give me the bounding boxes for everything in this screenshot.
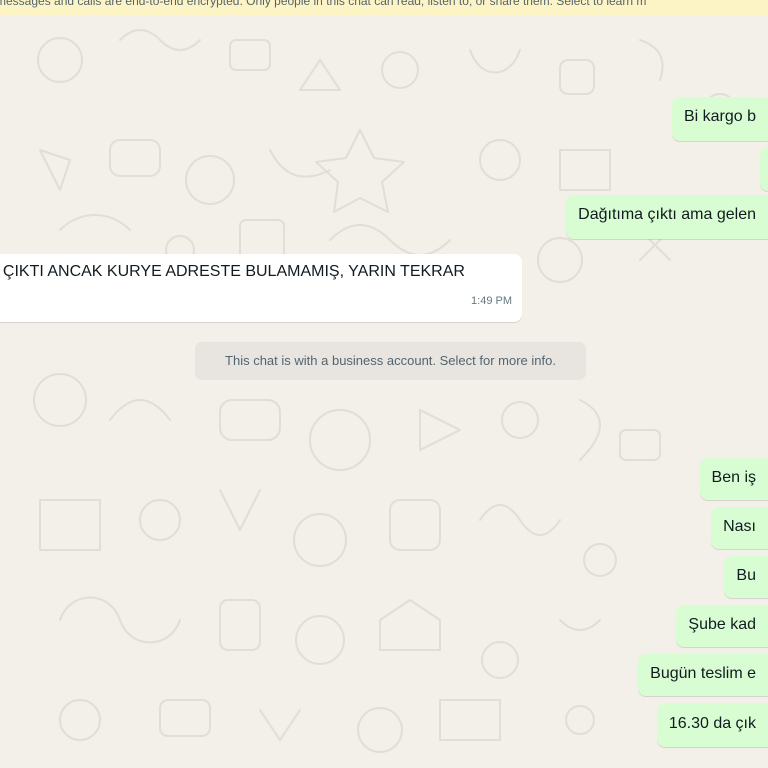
outgoing-message[interactable]: Bugün teslim e: [638, 654, 768, 696]
outgoing-message[interactable]: Dağıtıma çıktı ama gelen: [566, 195, 768, 239]
outgoing-message[interactable]: [760, 147, 768, 191]
message-text: . ÇIKTI ANCAK KURYE ADRESTE BULAMAMIŞ, Y…: [0, 263, 465, 280]
message-text: Bu: [736, 567, 756, 584]
incoming-message[interactable]: . ÇIKTI ANCAK KURYE ADRESTE BULAMAMIŞ, Y…: [0, 254, 522, 322]
message-text: Şube kad: [688, 616, 756, 633]
chat-background: messages and calls are end-to-end encryp…: [0, 0, 768, 768]
message-text: 16.30 da çık: [668, 715, 756, 732]
message-text: Nası: [723, 518, 756, 535]
outgoing-message[interactable]: Nası: [711, 507, 768, 549]
outgoing-message[interactable]: Bi kargo b: [671, 97, 768, 141]
message-time: 1:49 PM: [471, 295, 512, 307]
encryption-notice-text: messages and calls are end-to-end encryp…: [0, 0, 647, 8]
outgoing-message[interactable]: 16.30 da çık: [656, 703, 768, 747]
doodle-wallpaper: [33, 29, 737, 753]
business-account-notice[interactable]: This chat is with a business account. Se…: [195, 342, 586, 380]
outgoing-message[interactable]: Bu: [724, 556, 768, 598]
outgoing-message[interactable]: Ben iş: [699, 458, 768, 500]
message-text: Bugün teslim e: [650, 665, 756, 682]
message-text: Bi kargo b: [683, 108, 756, 125]
encryption-notice[interactable]: messages and calls are end-to-end encryp…: [0, 0, 768, 16]
message-text: Dağıtıma çıktı ama gelen: [578, 206, 756, 223]
business-account-notice-text: This chat is with a business account. Se…: [225, 353, 556, 368]
message-text: Ben iş: [711, 469, 756, 486]
outgoing-message[interactable]: Şube kad: [676, 605, 768, 647]
